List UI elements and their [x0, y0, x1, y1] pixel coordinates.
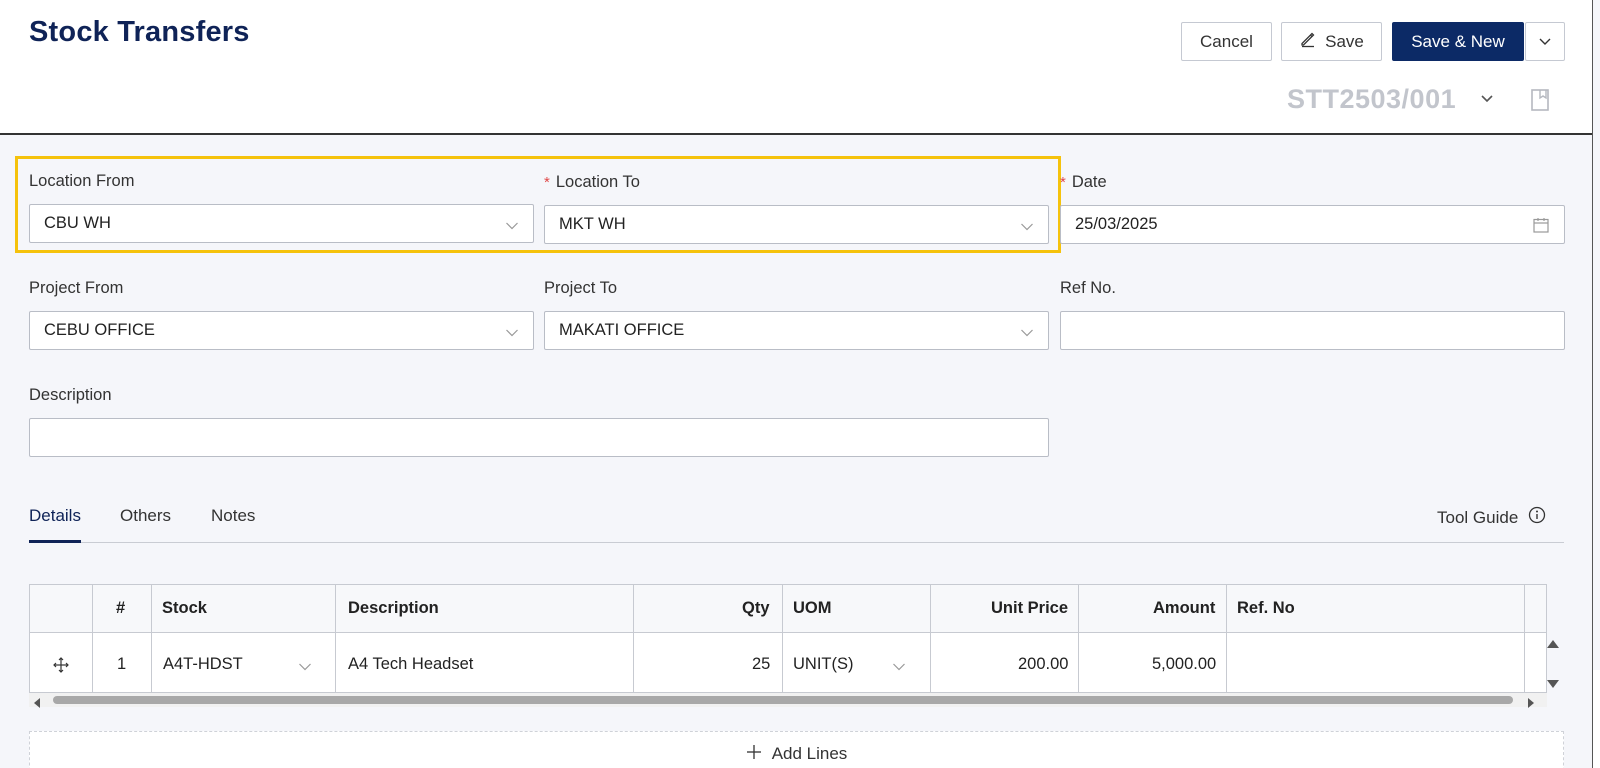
column-header-description: Description: [348, 599, 439, 617]
info-icon: [1528, 506, 1546, 529]
horizontal-scrollbar[interactable]: [29, 693, 1547, 708]
save-options-dropdown-button[interactable]: [1525, 22, 1565, 61]
project-to-select[interactable]: MAKATI OFFICE: [544, 311, 1049, 350]
save-and-new-label: Save & New: [1411, 31, 1505, 51]
chevron-down-icon: [1020, 324, 1034, 343]
triangle-left-icon[interactable]: [33, 695, 41, 713]
location-to-value: MKT WH: [559, 215, 626, 233]
save-button[interactable]: Save: [1281, 22, 1382, 61]
tool-guide-label: Tool Guide: [1437, 507, 1519, 527]
triangle-down-icon[interactable]: [1546, 676, 1560, 694]
date-label: * Date: [1060, 173, 1107, 192]
page-header: Stock Transfers Cancel Save Save & New S…: [0, 0, 1592, 135]
project-to-label: Project To: [544, 279, 618, 297]
date-field[interactable]: 25/03/2025: [1060, 205, 1565, 244]
uom-cell[interactable]: UNIT(S): [793, 655, 854, 674]
window-edge: [1592, 0, 1600, 768]
move-icon[interactable]: [53, 657, 69, 678]
description-label: Description: [29, 386, 112, 404]
scrollbar-thumb[interactable]: [53, 696, 1513, 704]
tab-notes[interactable]: Notes: [211, 506, 255, 526]
tab-others[interactable]: Others: [120, 506, 171, 526]
qty-cell[interactable]: 25: [752, 655, 770, 674]
location-to-label-text: Location To: [555, 173, 640, 191]
project-to-value: MAKATI OFFICE: [559, 321, 685, 339]
amount-cell: 5,000.00: [1152, 655, 1217, 673]
chevron-down-icon: [505, 217, 519, 236]
stock-lines-grid: # Stock Description Qty UOM Unit Price A…: [29, 584, 1547, 693]
tool-guide-link[interactable]: Tool Guide: [1437, 506, 1546, 529]
document-number-chevron-icon[interactable]: [1480, 91, 1494, 109]
save-button-label: Save: [1325, 31, 1364, 51]
location-to-select[interactable]: MKT WH: [544, 205, 1049, 244]
calendar-icon[interactable]: [1532, 216, 1550, 239]
location-from-select[interactable]: CBU WH: [29, 204, 534, 243]
bookmark-icon[interactable]: [1530, 88, 1550, 117]
pencil-icon: [1299, 30, 1317, 53]
description-cell[interactable]: A4 Tech Headset: [348, 655, 473, 674]
unit-price-cell[interactable]: 200.00: [1018, 655, 1068, 674]
column-header-stock: Stock: [162, 599, 207, 617]
active-tab-indicator: [29, 540, 81, 543]
date-value: 25/03/2025: [1075, 215, 1158, 233]
column-header-qty: Qty: [742, 599, 770, 617]
column-header-uom: UOM: [793, 599, 832, 617]
required-marker: *: [1060, 174, 1066, 191]
project-from-value: CEBU OFFICE: [44, 321, 155, 339]
tabs-divider: [29, 542, 1564, 543]
cancel-button-label: Cancel: [1200, 31, 1253, 51]
column-header-ref-no: Ref. No: [1237, 599, 1295, 617]
location-from-value: CBU WH: [44, 214, 111, 232]
chevron-down-icon: [1538, 32, 1552, 52]
ref-no-label: Ref No.: [1060, 279, 1116, 297]
tab-details[interactable]: Details: [29, 506, 81, 526]
document-number: STT2503/001: [1287, 84, 1457, 114]
triangle-up-icon[interactable]: [1546, 636, 1560, 654]
stock-cell[interactable]: A4T-HDST: [163, 655, 243, 674]
required-marker: *: [544, 174, 550, 191]
chevron-down-icon[interactable]: [892, 659, 906, 677]
add-lines-label: Add Lines: [771, 744, 848, 763]
chevron-down-icon[interactable]: [298, 659, 312, 677]
page-title: Stock Transfers: [29, 16, 250, 48]
date-label-text: Date: [1071, 173, 1107, 191]
triangle-right-icon[interactable]: [1527, 695, 1535, 713]
location-to-label: * Location To: [544, 173, 640, 192]
column-header-amount: Amount: [1153, 599, 1216, 617]
project-from-select[interactable]: CEBU OFFICE: [29, 311, 534, 350]
project-from-label: Project From: [29, 279, 124, 297]
save-and-new-button[interactable]: Save & New: [1392, 22, 1524, 61]
description-input[interactable]: [29, 418, 1049, 457]
chevron-down-icon: [1020, 218, 1034, 237]
column-header-number: #: [116, 599, 126, 617]
column-header-unit-price: Unit Price: [991, 599, 1069, 617]
grid-header-row: [30, 585, 1546, 633]
add-lines-button[interactable]: Add Lines: [29, 731, 1564, 768]
row-number: 1: [117, 655, 127, 673]
location-from-label: Location From: [29, 172, 135, 190]
ref-no-input[interactable]: [1060, 311, 1565, 350]
chevron-down-icon: [505, 324, 519, 343]
cancel-button[interactable]: Cancel: [1181, 22, 1272, 61]
plus-icon: [746, 744, 762, 765]
